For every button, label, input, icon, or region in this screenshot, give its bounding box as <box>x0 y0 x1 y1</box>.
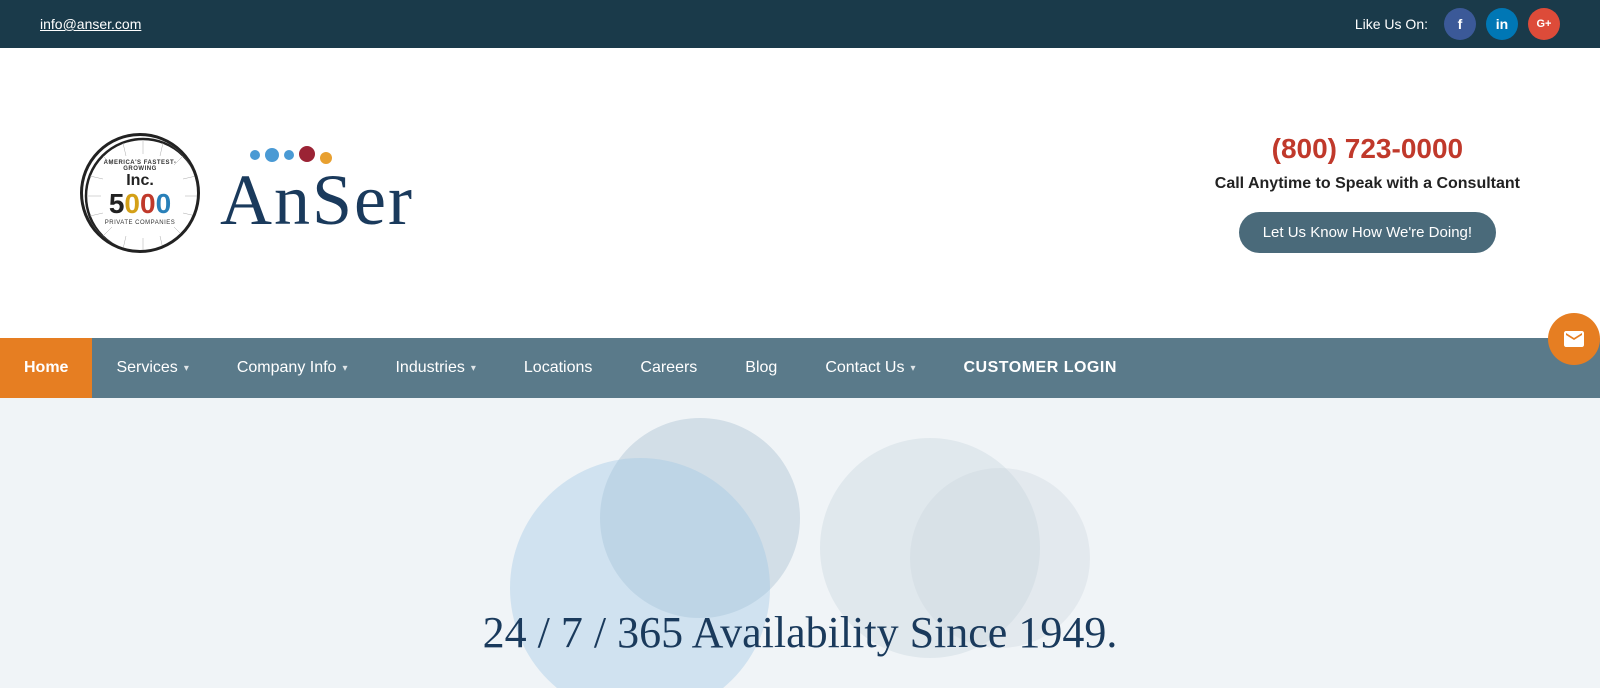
nav-locations[interactable]: Locations <box>500 338 617 398</box>
nav-home[interactable]: Home <box>0 338 92 398</box>
anser-logo: AnSer <box>220 150 414 236</box>
top-bar: info@anser.com Like Us On: f in G+ <box>0 0 1600 48</box>
phone-number[interactable]: (800) 723-0000 <box>1215 133 1520 165</box>
nav-customer-login[interactable]: CUSTOMER LOGIN <box>940 338 1141 398</box>
nav-company-info[interactable]: Company Info ▾ <box>213 338 372 398</box>
chevron-down-icon: ▾ <box>342 363 347 374</box>
navigation: Home Services ▾ Company Info ▾ Industrie… <box>0 338 1600 398</box>
header: AMERICA'S FASTEST-GROWING Inc. 5000 PRIV… <box>0 48 1600 338</box>
hero-tagline: 24 / 7 / 365 Availability Since 1949. <box>483 607 1118 658</box>
email-link[interactable]: info@anser.com <box>40 16 141 32</box>
anser-name-text: AnSer <box>220 164 414 236</box>
linkedin-icon[interactable]: in <box>1486 8 1518 40</box>
call-text: Call Anytime to Speak with a Consultant <box>1215 173 1520 195</box>
nav-blog[interactable]: Blog <box>721 338 801 398</box>
email-float-button[interactable] <box>1548 313 1600 365</box>
header-left: AMERICA'S FASTEST-GROWING Inc. 5000 PRIV… <box>80 133 414 253</box>
facebook-icon[interactable]: f <box>1444 8 1476 40</box>
envelope-icon <box>1562 327 1586 351</box>
nav-services[interactable]: Services ▾ <box>92 338 212 398</box>
hero-section: 24 / 7 / 365 Availability Since 1949. <box>0 398 1600 688</box>
inc5000-badge: AMERICA'S FASTEST-GROWING Inc. 5000 PRIV… <box>80 133 200 253</box>
header-right: (800) 723-0000 Call Anytime to Speak wit… <box>1215 133 1520 252</box>
nav-careers[interactable]: Careers <box>616 338 721 398</box>
nav-contact-us[interactable]: Contact Us ▾ <box>801 338 939 398</box>
chevron-down-icon: ▾ <box>471 363 476 374</box>
chevron-down-icon: ▾ <box>910 363 915 374</box>
nav-industries[interactable]: Industries ▾ <box>371 338 499 398</box>
like-us-label: Like Us On: <box>1355 16 1428 32</box>
chevron-down-icon: ▾ <box>184 363 189 374</box>
feedback-button[interactable]: Let Us Know How We're Doing! <box>1239 212 1496 253</box>
social-links: Like Us On: f in G+ <box>1355 8 1560 40</box>
google-icon[interactable]: G+ <box>1528 8 1560 40</box>
